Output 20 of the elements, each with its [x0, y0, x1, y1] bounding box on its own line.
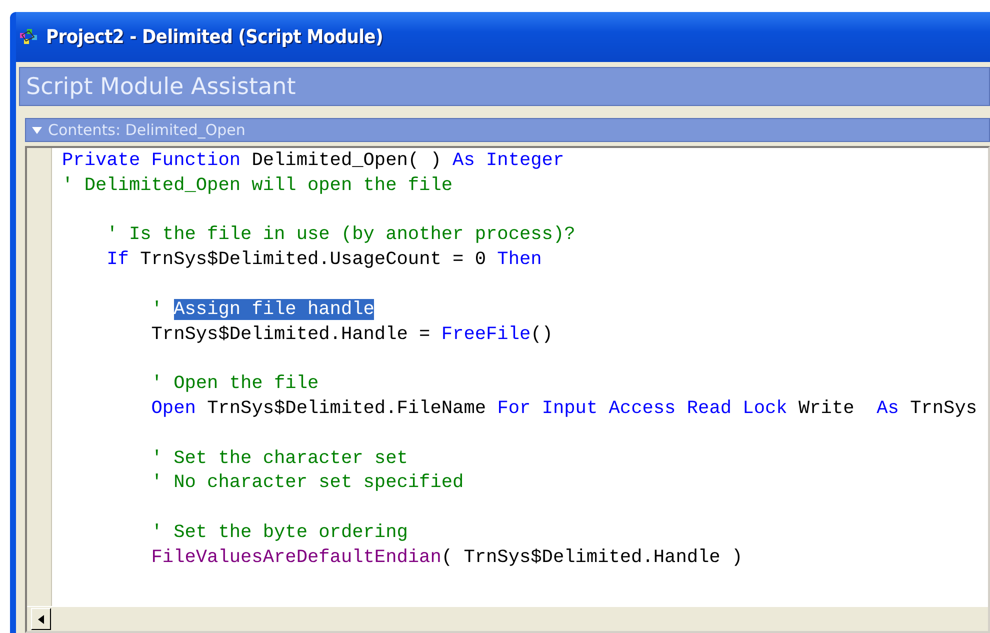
code-line: ' Set the character set: [150, 446, 408, 471]
code-line: TrnSys$Delimited.Handle = FreeFile(): [150, 322, 553, 347]
code-line: Private Function Delimited_Open( ) As Integer: [62, 149, 564, 173]
code-line: ' Set the byte ordering: [150, 520, 408, 545]
code-line: Open TrnSys$Delimited.FileName For Input Access Read Lock Write As TrnSys: [150, 396, 978, 421]
code-line: ' No character set specified: [150, 471, 464, 496]
contents-header[interactable]: Contents: Delimited_Open: [25, 118, 990, 142]
app-icon: [18, 27, 40, 47]
code-line: If TrnSys$Delimited.UsageCount = 0 Then: [106, 248, 542, 272]
left-arrow-icon: [38, 614, 44, 624]
code-line: ' Is the file in use (by another process)?: [106, 223, 576, 248]
scroll-left-button[interactable]: [31, 608, 51, 630]
assistant-header: Script Module Assistant: [19, 67, 990, 106]
window-title: Project2 - Delimited (Script Module): [46, 26, 383, 48]
horizontal-scrollbar[interactable]: [27, 606, 988, 631]
code-line: ' Delimited_Open will open the file: [62, 174, 453, 198]
code-line: FileValuesAreDefaultEndian( TrnSys$Delimited.Handle ): [150, 546, 743, 570]
code-line: ' Open the file: [150, 372, 319, 396]
triangle-icon: [32, 126, 42, 134]
code-editor[interactable]: [27, 148, 988, 606]
